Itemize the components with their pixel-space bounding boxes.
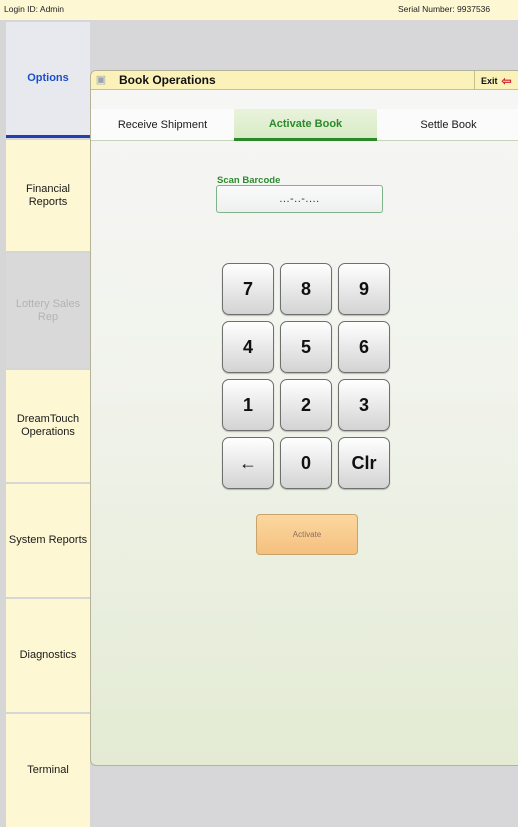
key-9[interactable]: 9 [338,263,390,315]
key-0[interactable]: 0 [280,437,332,489]
key-6[interactable]: 6 [338,321,390,373]
panel-title: Book Operations [119,73,216,87]
serial-number: Serial Number: 9937536 [398,4,491,14]
panel-header: ▣ Book Operations Exit ⇦ [91,71,518,90]
exit-icon: ⇦ [501,73,512,88]
key-2[interactable]: 2 [280,379,332,431]
sidebar-item-options[interactable]: Options [6,22,90,138]
sidebar-item-label: Terminal [27,764,69,777]
scan-barcode-input[interactable]: ...-..-.... [216,185,383,213]
sidebar-item-label: Diagnostics [19,649,77,662]
key-8[interactable]: 8 [280,263,332,315]
status-bar: Login ID: Admin Serial Number: 9937536 [0,0,518,20]
tab-label: Activate Book [268,117,343,130]
sidebar-item-label: System Reports [8,534,88,547]
login-id: Login ID: Admin [4,4,65,14]
key-5[interactable]: 5 [280,321,332,373]
sidebar-item-financial-reports[interactable]: Financial Reports [6,140,90,251]
exit-label: Exit [481,75,498,86]
key-7[interactable]: 7 [222,263,274,315]
sidebar-item-label: DreamTouch Operations [16,413,80,438]
sidebar-item-label: Lottery Sales Rep [15,297,81,323]
sidebar-item-lottery-sales-rep: Lottery Sales Rep [6,253,90,368]
tab-receive-shipment[interactable]: Receive Shipment [91,109,234,141]
tab-bar: Receive Shipment Activate Book Settle Bo… [91,109,518,141]
book-operations-panel: ▣ Book Operations Exit ⇦ Receive Shipmen… [90,70,518,766]
book-icon: ▣ [95,74,107,86]
sidebar-item-dreamtouch-operations[interactable]: DreamTouch Operations [6,370,90,482]
tab-label: Settle Book [420,119,477,131]
clear-key[interactable]: Clr [338,437,390,489]
key-4[interactable]: 4 [222,321,274,373]
sidebar-item-system-reports[interactable]: System Reports [6,484,90,597]
sidebar: Options Financial Reports Lottery Sales … [0,22,90,827]
sidebar-item-label: Financial Reports [25,182,71,208]
tab-settle-book[interactable]: Settle Book [377,109,518,141]
sidebar-item-diagnostics[interactable]: Diagnostics [6,599,90,712]
sidebar-item-terminal[interactable]: Terminal [6,714,90,827]
tab-label: Receive Shipment [117,119,208,131]
key-3[interactable]: 3 [338,379,390,431]
sidebar-item-label: Options [27,72,69,85]
backspace-key[interactable]: ← [222,437,274,489]
exit-button[interactable]: Exit ⇦ [474,71,518,90]
tab-activate-book[interactable]: Activate Book [234,109,377,141]
key-1[interactable]: 1 [222,379,274,431]
activate-button[interactable]: Activate [256,514,358,555]
